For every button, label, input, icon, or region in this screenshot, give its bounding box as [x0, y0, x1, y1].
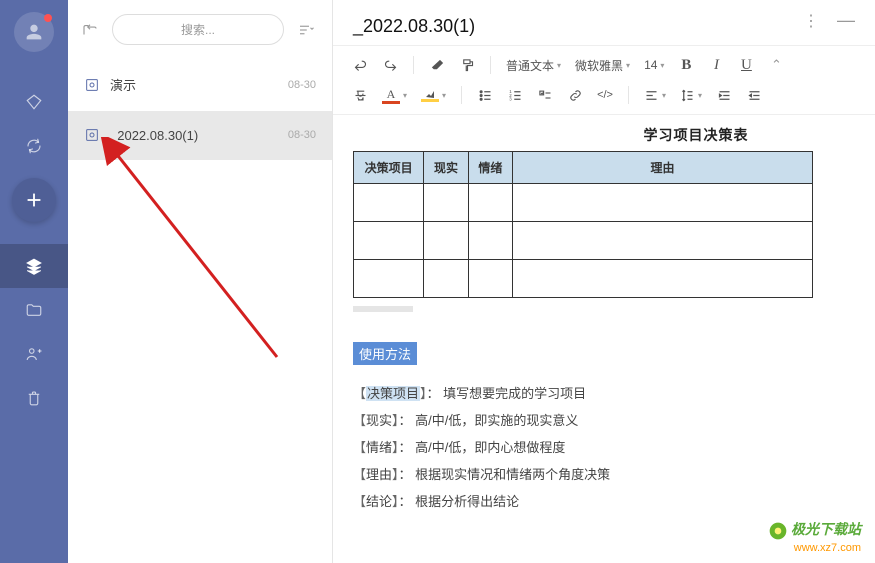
avatar[interactable] [14, 12, 54, 52]
table-row [354, 260, 813, 298]
note-type-icon [84, 77, 100, 93]
checklist-icon[interactable] [532, 82, 558, 108]
table-drag-handle[interactable] [353, 306, 413, 312]
note-title: 演示 [110, 75, 288, 94]
sort-icon[interactable] [294, 18, 318, 42]
font-color-button[interactable]: A▾ [377, 84, 412, 107]
editor-content[interactable]: 学学习项目决策表 决策项目 现实 情绪 理由 使用方法 【决策项目】： 填写想要… [333, 115, 875, 563]
toolbar: 普通文本▾ 微软雅黑▾ 14▾ B I U ⌃ A▾ ▾ 123 </> ▾ [333, 45, 875, 115]
note-title: _2022.08.30(1) [110, 128, 288, 143]
text-style-select[interactable]: 普通文本▾ [501, 54, 566, 77]
indent-decrease-icon[interactable] [741, 82, 767, 108]
note-item[interactable]: 演示 08-30 [68, 59, 332, 111]
more-icon[interactable]: ⋮ [803, 11, 819, 31]
th-emotion: 情绪 [468, 152, 512, 184]
decision-table[interactable]: 决策项目 现实 情绪 理由 [353, 151, 813, 298]
sync-icon[interactable] [0, 124, 68, 168]
font-size-select[interactable]: 14▾ [639, 55, 669, 75]
align-button[interactable]: ▾ [639, 85, 671, 106]
table-row [354, 184, 813, 222]
link-icon[interactable] [562, 82, 588, 108]
th-reality: 现实 [424, 152, 468, 184]
th-reason: 理由 [513, 152, 813, 184]
share-icon[interactable] [0, 332, 68, 376]
font-family-select[interactable]: 微软雅黑▾ [570, 54, 635, 77]
header-actions: ⋮ — [803, 10, 855, 31]
note-date: 08-30 [288, 79, 316, 91]
undo-icon[interactable] [347, 52, 373, 78]
note-date: 08-30 [288, 129, 316, 141]
indent-increase-icon[interactable] [711, 82, 737, 108]
redo-icon[interactable] [377, 52, 403, 78]
th-item: 决策项目 [354, 152, 424, 184]
italic-button[interactable]: I [703, 52, 729, 78]
folder-icon[interactable] [0, 288, 68, 332]
line-height-button[interactable]: ▾ [675, 85, 707, 106]
svg-text:3: 3 [509, 96, 512, 101]
bullet-list-icon[interactable] [472, 82, 498, 108]
strikethrough-icon[interactable] [347, 82, 373, 108]
document-title[interactable]: _2022.08.30(1) [353, 16, 855, 37]
list-header: 搜索... [68, 0, 332, 59]
editor-header: _2022.08.30(1) [333, 0, 875, 45]
usage-line: 【结论】： 根据分析得出结论 [353, 491, 855, 510]
usage-title: 使用方法 [353, 342, 417, 365]
editor-panel: ⋮ — _2022.08.30(1) 普通文本▾ 微软雅黑▾ 14▾ B I U… [333, 0, 875, 563]
up-folder-icon[interactable] [78, 18, 102, 42]
numbered-list-icon[interactable]: 123 [502, 82, 528, 108]
minimize-icon[interactable]: — [837, 10, 855, 31]
expand-toolbar-icon[interactable]: ⌃ [763, 52, 789, 78]
bold-button[interactable]: B [673, 52, 699, 78]
code-icon[interactable]: </> [592, 82, 618, 108]
usage-line: 【决策项目】： 填写想要完成的学习项目 [353, 383, 855, 402]
search-input[interactable]: 搜索... [112, 14, 284, 45]
underline-button[interactable]: U [733, 52, 759, 78]
format-painter-icon[interactable] [454, 52, 480, 78]
note-item[interactable]: _2022.08.30(1) 08-30 [68, 111, 332, 160]
trash-icon[interactable] [0, 376, 68, 420]
sidebar [0, 0, 68, 563]
section-title: 学学习项目决策表 [353, 125, 855, 145]
usage-line: 【情绪】： 高/中/低，即内心想做程度 [353, 437, 855, 456]
diamond-icon[interactable] [0, 80, 68, 124]
note-list-panel: 搜索... 演示 08-30 _2022.08.30(1) 08-30 [68, 0, 333, 563]
add-button[interactable] [12, 178, 56, 222]
highlight-button[interactable]: ▾ [416, 85, 451, 105]
usage-line: 【现实】： 高/中/低，即实施的现实意义 [353, 410, 855, 429]
stack-icon[interactable] [0, 244, 68, 288]
table-row [354, 222, 813, 260]
eraser-icon[interactable] [424, 52, 450, 78]
note-type-icon [84, 127, 100, 143]
usage-line: 【理由】： 根据现实情况和情绪两个角度决策 [353, 464, 855, 483]
